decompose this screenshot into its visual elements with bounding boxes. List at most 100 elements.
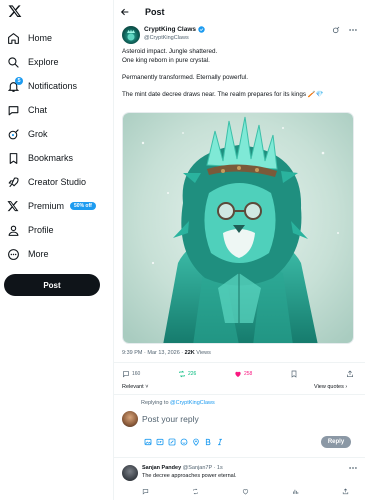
replying-prefix: Replying to <box>141 400 171 406</box>
author-name[interactable]: CryptKing Claws <box>144 26 205 33</box>
views-label: Views <box>194 350 211 356</box>
post-text-line: Permanently transformed. Eternally power… <box>122 73 248 81</box>
reply-handle-time: @Sanjan7P · 1s <box>182 465 223 471</box>
gif-icon[interactable] <box>156 438 164 446</box>
composer-toolbar <box>144 438 228 446</box>
post-timestamp[interactable]: 9:39 PM · Mar 13, 2026 · <box>122 350 185 356</box>
bookmark-icon <box>291 370 297 378</box>
reply-actions <box>142 488 358 498</box>
home-icon <box>6 31 20 45</box>
nav-label: Explore <box>28 57 59 67</box>
nav-grok[interactable]: Grok <box>6 124 48 144</box>
heart-icon[interactable] <box>242 488 249 495</box>
chat-icon <box>6 103 20 117</box>
location-icon[interactable] <box>192 438 200 446</box>
reply-icon <box>123 371 129 378</box>
avatar[interactable] <box>122 465 138 481</box>
nav-bookmarks[interactable]: Bookmarks <box>6 148 73 168</box>
like-count: 258 <box>244 371 253 377</box>
emoji-icon[interactable] <box>180 438 188 446</box>
nav-more[interactable]: More <box>6 244 49 264</box>
grok-icon <box>6 127 20 141</box>
bell-icon: 5 <box>6 77 23 93</box>
grok-icon[interactable] <box>168 438 176 446</box>
heart-icon <box>235 371 241 377</box>
more-options-icon[interactable] <box>348 26 358 34</box>
person-icon <box>6 223 20 237</box>
repost-icon[interactable] <box>192 488 199 495</box>
header: Post <box>114 0 365 24</box>
reply-author-name[interactable]: Sanjan Pandey <box>142 465 181 471</box>
nav-creator-studio[interactable]: Creator Studio <box>6 172 86 192</box>
back-arrow-icon[interactable] <box>120 7 130 17</box>
post-text-line: One king reborn in pure crystal. <box>122 56 210 64</box>
post-actions: 160 226 258 <box>122 370 358 382</box>
like-action[interactable]: 258 <box>234 370 252 378</box>
share-icon <box>347 370 353 377</box>
post-button[interactable]: Post <box>4 274 100 296</box>
rocket-icon <box>6 175 20 189</box>
reply-count: 160 <box>132 371 141 377</box>
nav-label: Premium <box>28 201 65 211</box>
reply-sort-dropdown[interactable]: Relevant ˅ <box>122 384 148 390</box>
avatar[interactable] <box>122 26 140 44</box>
nav-label: More <box>28 249 49 259</box>
view-count: 22K <box>184 350 195 356</box>
reply-action[interactable]: 160 <box>122 370 140 378</box>
grok-icon[interactable] <box>332 26 340 34</box>
reply-button[interactable]: Reply <box>321 436 351 448</box>
premium-discount-badge: 50% off <box>70 202 96 210</box>
nav-profile[interactable]: Profile <box>6 220 54 240</box>
reply-input[interactable] <box>142 412 332 426</box>
bold-icon[interactable] <box>204 438 212 446</box>
repost-action[interactable]: 226 <box>178 370 196 378</box>
nav-label: Bookmarks <box>28 153 74 163</box>
divider <box>114 362 365 363</box>
page-title: Post <box>145 7 165 17</box>
replying-handle[interactable]: @CryptKingClaws <box>170 400 215 406</box>
nav-label: Home <box>28 33 53 43</box>
x-logo-icon[interactable] <box>8 4 22 18</box>
italic-icon[interactable] <box>216 438 224 446</box>
bookmark-action[interactable] <box>290 370 300 378</box>
replying-to: Replying to @CryptKingClaws <box>141 400 215 406</box>
notification-badge: 5 <box>15 77 23 85</box>
crystal-lion-artwork <box>123 113 353 343</box>
image-icon[interactable] <box>144 438 152 446</box>
nav-label: Grok <box>28 129 48 139</box>
nav-chat[interactable]: Chat <box>6 100 47 120</box>
reply-header: Sanjan Pandey @Sanjan7P · 1s <box>142 465 223 471</box>
nav-label: Notifications <box>28 81 78 91</box>
nav-home[interactable]: Home <box>6 28 52 48</box>
views-icon[interactable] <box>292 488 299 495</box>
post-image[interactable] <box>122 112 354 344</box>
post-detail-column: Post CryptKing Claws @CryptKingClaws Ast… <box>113 0 365 500</box>
nav-notifications[interactable]: 5 Notifications <box>6 76 77 96</box>
more-circle-icon <box>6 247 20 261</box>
x-premium-icon <box>6 199 20 213</box>
repost-count: 226 <box>188 371 197 377</box>
post-text: Asteroid impact. Jungle shattered. One k… <box>122 48 362 99</box>
nav-premium[interactable]: Premium 50% off <box>6 196 96 216</box>
avatar[interactable] <box>122 411 138 427</box>
reply-icon[interactable] <box>142 488 149 495</box>
bookmark-icon <box>6 151 20 165</box>
divider <box>114 457 365 458</box>
author-handle[interactable]: @CryptKingClaws <box>144 35 189 41</box>
share-action[interactable] <box>346 370 356 378</box>
nav-explore[interactable]: Explore <box>6 52 59 72</box>
verified-badge-icon <box>198 26 205 33</box>
sidebar: Home Explore 5 Notifications Chat Grok B… <box>0 0 112 500</box>
author-name-text: CryptKing Claws <box>144 26 197 33</box>
post-meta: 9:39 PM · Mar 13, 2026 · 22K Views <box>122 350 211 356</box>
more-options-icon[interactable] <box>348 465 358 471</box>
nav-label: Chat <box>28 105 48 115</box>
post-text-line: Asteroid impact. Jungle shattered. <box>122 48 218 55</box>
view-quotes-link[interactable]: View quotes › <box>314 384 347 390</box>
nav-label: Creator Studio <box>28 177 87 187</box>
nav-label: Profile <box>28 225 54 235</box>
search-icon <box>6 55 20 69</box>
reply-text: The decree approaches power eternal. <box>142 473 237 479</box>
repost-icon <box>179 370 185 378</box>
share-icon[interactable] <box>342 488 349 495</box>
